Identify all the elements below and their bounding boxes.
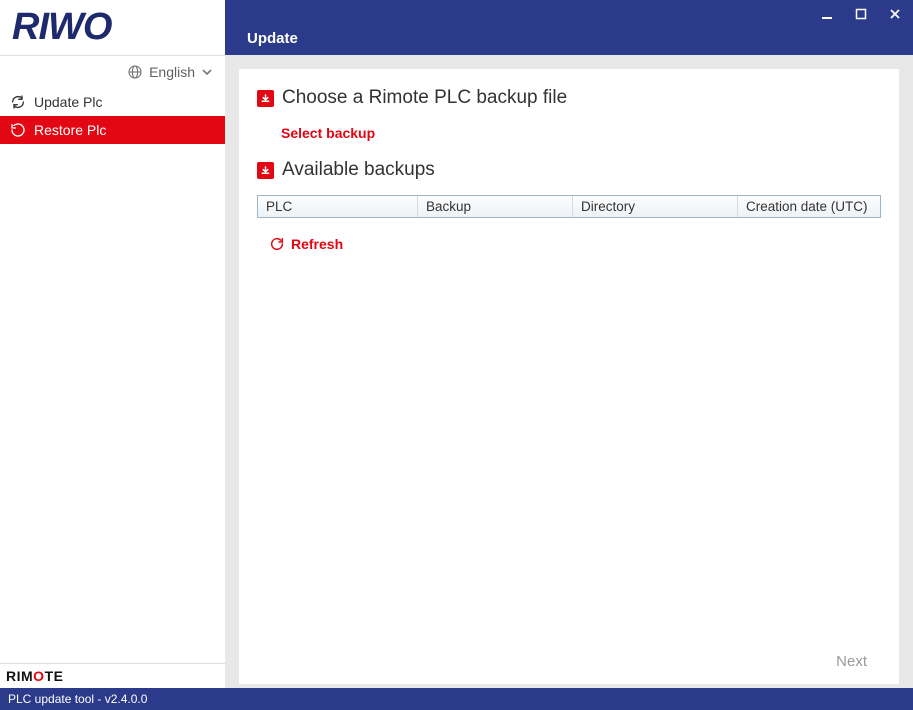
globe-icon [127, 64, 143, 80]
sidebar-spacer [0, 144, 225, 663]
download-icon [257, 90, 274, 107]
refresh-label: Refresh [291, 236, 343, 252]
close-icon [889, 8, 901, 20]
maximize-icon [855, 8, 867, 20]
next-button[interactable]: Next [828, 649, 875, 674]
language-selector[interactable]: English [0, 56, 225, 88]
status-text: PLC update tool - v2.4.0.0 [8, 692, 147, 706]
col-header-directory[interactable]: Directory [573, 196, 738, 217]
col-header-plc[interactable]: PLC [258, 196, 418, 217]
panel-spacer [257, 252, 881, 645]
sidebar-item-label: Restore Plc [34, 122, 106, 138]
app-window: RIWO Update English [0, 0, 913, 710]
logo-area: RIWO [0, 0, 225, 55]
chevron-down-icon [201, 66, 213, 78]
refresh-icon [269, 236, 285, 252]
riwo-logo: RIWO [12, 6, 111, 49]
close-button[interactable] [881, 2, 909, 26]
refresh-button[interactable]: Refresh [269, 236, 881, 252]
minimize-icon [821, 8, 833, 20]
window-controls [813, 2, 909, 26]
body-row: English Update Plc Restore Plc RIMOTE [0, 55, 913, 688]
select-backup-link[interactable]: Select backup [281, 125, 881, 141]
main-area: Choose a Rimote PLC backup file Select b… [225, 55, 913, 688]
status-bar: PLC update tool - v2.4.0.0 [0, 688, 913, 710]
sidebar-item-restore-plc[interactable]: Restore Plc [0, 116, 225, 144]
col-header-backup[interactable]: Backup [418, 196, 573, 217]
col-header-creation-date[interactable]: Creation date (UTC) [738, 196, 880, 217]
page-title: Update [247, 30, 298, 47]
choose-file-heading-text: Choose a Rimote PLC backup file [282, 87, 567, 109]
restore-icon [10, 122, 26, 138]
available-backups-heading-text: Available backups [282, 159, 435, 181]
sidebar-footer-brand: RIMOTE [0, 663, 225, 688]
minimize-button[interactable] [813, 2, 841, 26]
choose-file-heading: Choose a Rimote PLC backup file [257, 87, 881, 109]
download-icon [257, 162, 274, 179]
sidebar-item-label: Update Plc [34, 94, 102, 110]
title-bar: Update [225, 0, 913, 55]
next-row: Next [257, 645, 881, 676]
content-panel: Choose a Rimote PLC backup file Select b… [239, 69, 899, 684]
backups-table: PLC Backup Directory Creation date (UTC) [257, 195, 881, 218]
maximize-button[interactable] [847, 2, 875, 26]
language-label: English [149, 64, 195, 80]
available-backups-heading: Available backups [257, 159, 881, 181]
top-row: RIWO Update [0, 0, 913, 55]
sidebar: English Update Plc Restore Plc RIMOTE [0, 55, 225, 688]
table-header-row: PLC Backup Directory Creation date (UTC) [257, 195, 881, 218]
sidebar-item-update-plc[interactable]: Update Plc [0, 88, 225, 116]
refresh-icon [10, 94, 26, 110]
